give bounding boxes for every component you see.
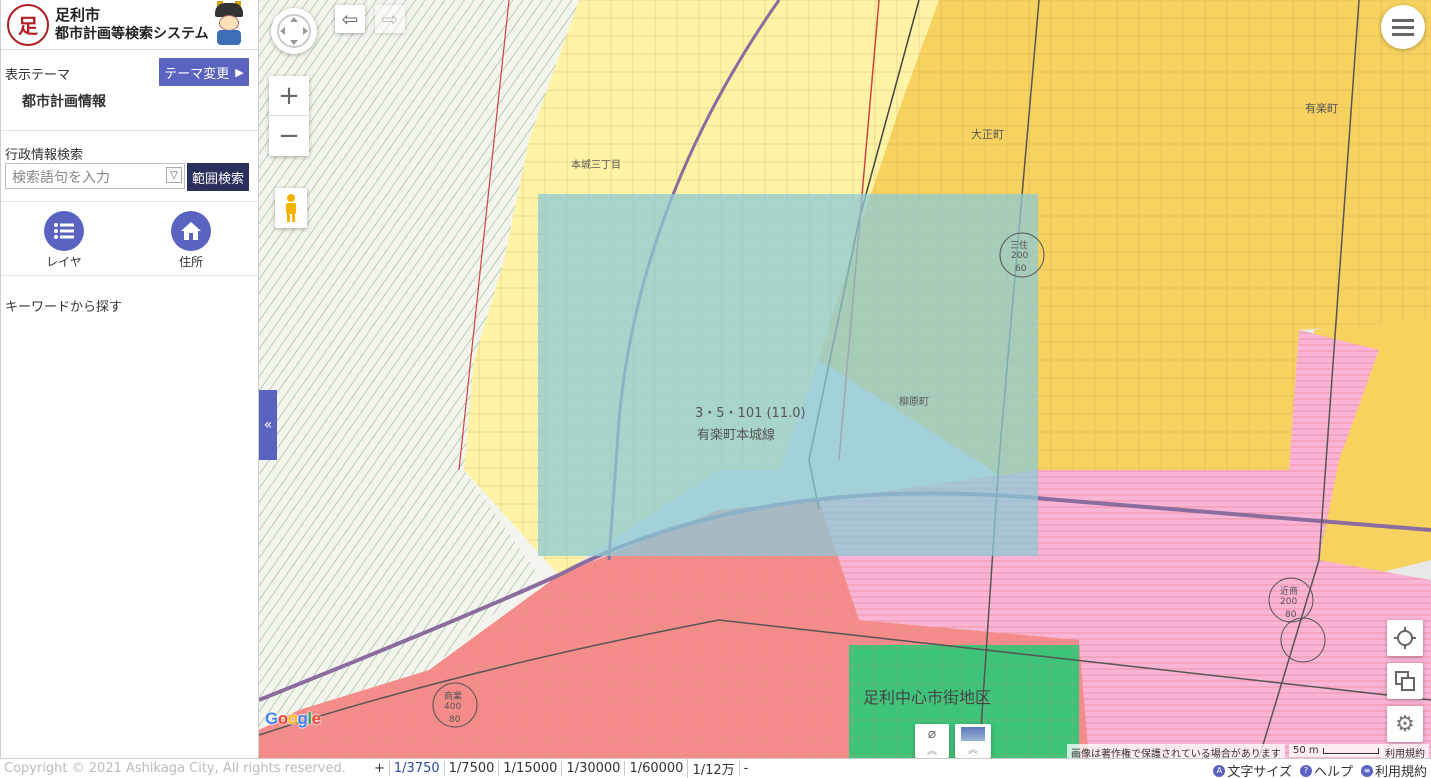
town-label-yanagihara: 柳原町 [899,397,929,408]
layer-list-icon [54,223,74,239]
google-logo: Google [265,709,321,728]
map-zones [259,0,1431,758]
street-view-pegman[interactable] [275,188,307,228]
zone-label-sanju: 三住 [1010,241,1029,251]
terms-link[interactable]: ≡ 利用規約 [1360,761,1427,778]
scale-option[interactable]: 1/30000 [561,761,624,776]
menu-button[interactable] [1381,5,1425,49]
double-chevron-left-icon: « [263,417,273,433]
scale-label: 50 m [1293,745,1319,756]
town-label-honjo: 本城三丁目 [571,160,621,171]
app-header: 足 足利市 都市計画等検索システム [1,0,258,50]
play-arrow-icon: ▶ [235,65,244,79]
zone-label-shogyo: 商業 [444,692,463,702]
zoom-plus-button[interactable]: + [370,761,389,776]
help-link[interactable]: ? ヘルプ [1299,761,1353,778]
footer: Copyright © 2021 Ashikaga City, All righ… [0,758,1431,778]
theme-change-button[interactable]: テーマ変更 ▶ [159,58,249,86]
city-emblem-icon: 足 [7,3,49,46]
scale-option[interactable]: 1/15000 [498,761,561,776]
terms-label: 利用規約 [1374,765,1427,778]
address-button[interactable] [171,211,211,251]
gear-icon: ⚙ [1395,711,1415,737]
chevron-up-icon: ︽ [968,744,978,756]
layer-button[interactable] [44,211,84,251]
district-label: 足利中心市街地区 [863,688,992,707]
zone-ratio: 200 [1280,597,1298,607]
town-label-yuraku: 有楽町 [1305,102,1338,115]
pegman-icon [286,194,296,222]
arrow-left-icon: ⇦ [341,7,359,31]
zoom-control: + − [269,76,309,156]
help-label: ヘルプ [1313,765,1353,778]
layer-switch-button[interactable] [1387,663,1423,699]
scale-selector: + 1/3750 1/7500 1/15000 1/30000 1/60000 … [370,759,752,778]
zone-ratio: 80 [1285,610,1297,620]
zone-ratio: 60 [1015,264,1027,274]
selection-rectangle [538,194,1038,556]
theme-label: 表示テーマ [5,68,71,83]
theme-section: 表示テーマ テーマ変更 ▶ 都市計画情報 [1,50,258,131]
zone-ratio: 80 [449,715,461,725]
chevron-up-icon: ︽ [927,745,937,757]
theme-change-label: テーマ変更 [164,66,230,82]
road-number-label: 3・5・101 (11.0) [695,406,806,421]
tool-row: レイヤ 住所 [1,202,258,276]
scale-option[interactable]: 1/7500 [443,761,499,776]
crosshair-icon [1394,627,1416,649]
pan-control[interactable] [271,8,317,54]
scale-option[interactable]: 1/12万 [687,759,738,778]
sidebar-collapse-button[interactable]: « [259,390,277,460]
map-terms-link[interactable]: 利用規約 [1381,744,1429,758]
legend-toggle[interactable]: ⌀ ︽ [915,724,949,758]
zone-ratio: 400 [444,702,462,712]
font-size-link[interactable]: A 文字サイズ [1213,761,1292,778]
city-name: 足利市 [55,5,101,24]
system-title: 都市計画等検索システム [55,25,209,42]
font-size-label: 文字サイズ [1227,765,1292,778]
map-scale-bar: 50 m [1289,744,1383,757]
forward-button[interactable]: ⇨ [375,5,405,33]
search-section: 行政情報検索 検索語句を入力 ▽ 範囲検索 [1,131,258,202]
home-icon [181,222,201,240]
range-search-button[interactable]: 範囲検索 [187,163,249,191]
zone-ratio: 200 [1011,251,1029,261]
zone-label-kinso: 近商 [1280,587,1299,597]
zoom-in-button[interactable]: + [269,76,309,116]
search-label: 行政情報検索 [5,148,84,163]
back-button[interactable]: ⇦ [335,5,365,33]
chevron-down-icon[interactable]: ▽ [166,167,182,183]
scale-option[interactable]: 1/3750 [388,761,444,776]
mascot-icon [211,0,247,47]
zoom-out-button[interactable]: − [269,116,309,156]
list-icon: ≡ [1360,764,1373,777]
overlap-squares-icon [1395,671,1415,691]
current-theme: 都市計画情報 [22,94,106,110]
font-size-icon: A [1213,764,1226,777]
town-label-taisho: 大正町 [971,128,1004,141]
hamburger-icon [1392,19,1414,36]
zoom-minus-button[interactable]: - [738,761,753,776]
map-canvas[interactable]: 3・5・101 (11.0) 有楽町本城線 足利中心市街地区 有楽町 大正町 本… [259,0,1431,758]
paperclip-icon: ⌀ [927,725,937,742]
compass-icon [277,14,311,48]
help-icon: ? [1299,764,1312,777]
road-name-label: 有楽町本城線 [697,428,776,443]
app-title: 足利市 都市計画等検索システム [55,6,209,44]
current-location-button[interactable] [1387,620,1423,656]
copyright: Copyright © 2021 Ashikaga City, All righ… [4,761,346,776]
map-attribution: 画像は著作権で保護されている場合があります [1067,744,1285,758]
footer-links: A 文字サイズ ? ヘルプ ≡ 利用規約 [1213,761,1427,778]
keyword-search-link[interactable]: キーワードから探す [5,296,122,315]
scale-option[interactable]: 1/60000 [624,761,687,776]
aerial-thumbnail-icon [961,726,985,741]
aerial-photo-toggle[interactable]: ︽ [955,724,991,758]
sidebar: 足 足利市 都市計画等検索システム 表示テーマ テーマ変更 ▶ 都市計画情報 行… [0,0,259,758]
settings-button[interactable]: ⚙ [1387,706,1423,742]
layer-label: レイヤ [46,255,82,269]
search-input[interactable]: 検索語句を入力 [5,163,185,189]
address-label: 住所 [178,255,203,269]
arrow-right-icon: ⇨ [381,7,399,31]
